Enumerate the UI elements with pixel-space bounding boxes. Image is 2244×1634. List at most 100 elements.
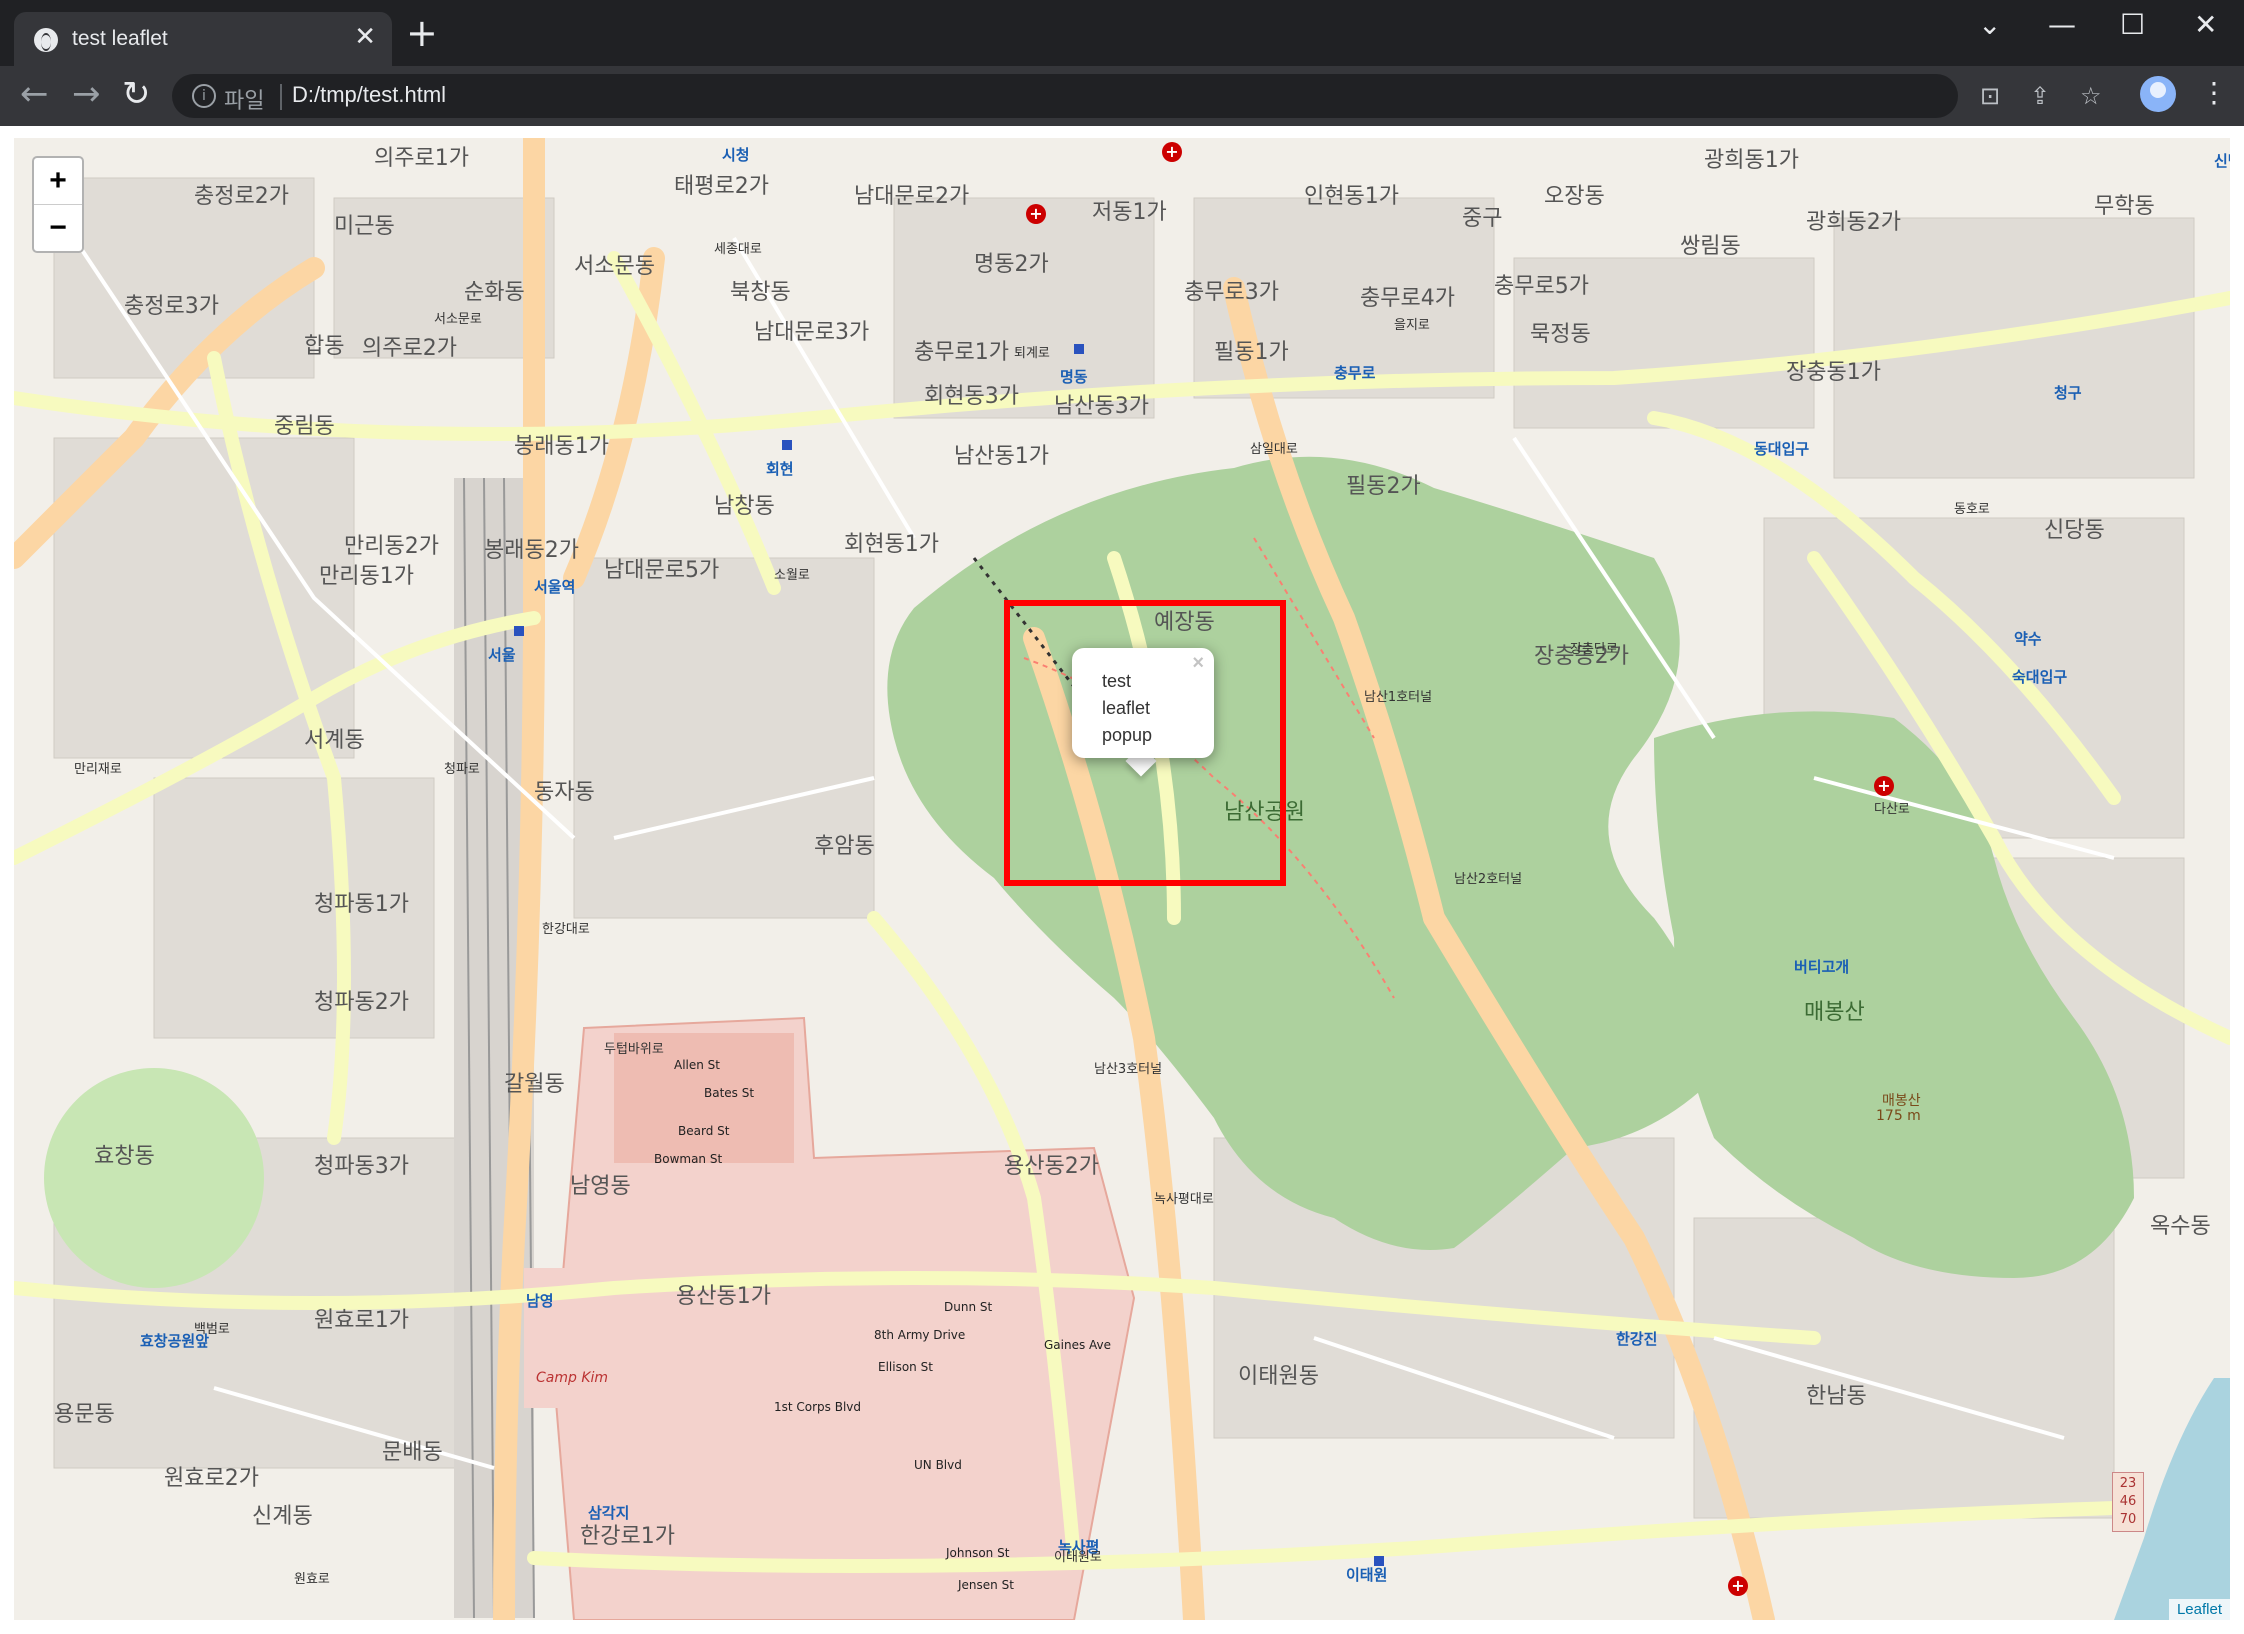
district-label: 만리동1가 xyxy=(319,564,414,589)
station-label: 버티고개 xyxy=(1794,958,1850,976)
district-label: 중구 xyxy=(1462,206,1503,231)
district-label: 광희동1가 xyxy=(1704,148,1799,173)
url-text[interactable]: D:/tmp/test.html xyxy=(292,82,446,108)
street-label: Dunn St xyxy=(944,1300,993,1314)
zoom-in-button[interactable]: + xyxy=(34,158,82,205)
menu-icon[interactable]: ⋮ xyxy=(2200,76,2228,109)
translate-icon[interactable]: ⊡ xyxy=(1980,82,2000,110)
minimize-button[interactable]: — xyxy=(2048,8,2076,41)
district-label: 봉래동1가 xyxy=(514,434,609,459)
page-content: 의주로1가 충정로2가 충정로3가 미근동 합동 중림동 만리동2가 만리동1가… xyxy=(0,126,2244,1634)
hospital-icon: + xyxy=(1874,776,1894,796)
district-label: 태평로2가 xyxy=(674,174,769,199)
district-label: 서계동 xyxy=(304,728,365,753)
profile-avatar[interactable] xyxy=(2140,76,2176,112)
park-label: 매봉산 xyxy=(1804,1000,1865,1025)
district-label: 무학동 xyxy=(2094,194,2155,219)
road-label: 두텁바위로 xyxy=(604,1042,664,1057)
station-label: 한강진 xyxy=(1616,1330,1658,1348)
district-label: 서소문동 xyxy=(574,254,655,279)
leaflet-map[interactable]: 의주로1가 충정로2가 충정로3가 미근동 합동 중림동 만리동2가 만리동1가… xyxy=(14,138,2230,1620)
district-label: 옥수동 xyxy=(2150,1214,2211,1239)
district-label: 순화동 xyxy=(464,280,525,305)
district-label: 남대문로2가 xyxy=(854,184,970,209)
zoom-out-button[interactable]: − xyxy=(34,205,82,251)
popup-close-icon[interactable]: × xyxy=(1192,652,1204,675)
district-label: 의주로2가 xyxy=(362,336,457,361)
road-label: 만리재로 xyxy=(74,762,122,777)
close-window-button[interactable]: ✕ xyxy=(2194,8,2217,41)
district-label: 충무로4가 xyxy=(1360,286,1455,311)
forward-button[interactable]: → xyxy=(72,76,101,112)
district-label: 중림동 xyxy=(274,414,335,439)
district-label: 원효로1가 xyxy=(314,1308,409,1333)
district-label: 저동1가 xyxy=(1092,200,1167,225)
district-label: 남대문로3가 xyxy=(754,320,870,345)
hospital-icon: + xyxy=(1728,1576,1748,1596)
district-label: 청파동3가 xyxy=(314,1154,409,1179)
new-tab-button[interactable]: + xyxy=(406,14,438,52)
district-label: 남대문로5가 xyxy=(604,558,720,583)
info-icon[interactable]: i xyxy=(192,84,216,108)
station-label: 서울 xyxy=(488,646,516,664)
district-label: 남영동 xyxy=(570,1174,631,1199)
road-label: 한강대로 xyxy=(542,922,590,937)
hospital-icon: + xyxy=(1026,204,1046,224)
station-label: 신당 xyxy=(2214,152,2230,170)
reload-button[interactable]: ↻ xyxy=(122,76,151,112)
browser-tab-strip: test leaflet ✕ + ⌄ — ☐ ✕ xyxy=(0,0,2244,66)
tab-search-icon[interactable]: ⌄ xyxy=(1978,8,2001,41)
road-label: 이태원로 xyxy=(1054,1550,1102,1565)
district-label: 장충동1가 xyxy=(1786,360,1881,385)
street-label: Gaines Ave xyxy=(1044,1338,1112,1352)
district-label: 갈월동 xyxy=(504,1072,565,1097)
district-label: 묵정동 xyxy=(1530,322,1591,347)
road-label: 청파로 xyxy=(444,762,480,777)
district-label: 청파동1가 xyxy=(314,892,409,917)
attribution-link[interactable]: Leaflet xyxy=(2168,1599,2230,1620)
street-label: Johnson St xyxy=(946,1546,1010,1560)
zoom-control: + − xyxy=(32,156,84,253)
divider xyxy=(280,84,282,110)
tab-close-icon[interactable]: ✕ xyxy=(354,22,376,52)
station-label: 명동 xyxy=(1060,368,1088,386)
address-bar[interactable]: i 파일 D:/tmp/test.html ⊡ ⇪ ☆ xyxy=(172,74,2102,118)
road-label: 남산2호터널 xyxy=(1454,872,1523,887)
district-label: 한남동 xyxy=(1806,1384,1867,1409)
district-label: 의주로1가 xyxy=(374,146,469,171)
district-label: 합동 xyxy=(304,334,345,359)
street-label: Bates St xyxy=(704,1086,755,1100)
district-label: 미근동 xyxy=(334,214,395,239)
station-label: 삼각지 xyxy=(588,1504,630,1522)
popup-line: popup xyxy=(1102,725,1153,745)
road-label: 삼일대로 xyxy=(1250,442,1298,457)
subway-icon xyxy=(1374,1556,1384,1566)
station-label: 동대입구 xyxy=(1754,440,1810,458)
road-label: 다산로 xyxy=(1874,802,1910,817)
district-label: 광희동2가 xyxy=(1806,210,1901,235)
maximize-button[interactable]: ☐ xyxy=(2120,8,2145,41)
street-label: Beard St xyxy=(678,1124,730,1138)
district-label: 쌍림동 xyxy=(1680,234,1741,259)
bookmark-star-icon[interactable]: ☆ xyxy=(2080,82,2102,110)
district-label: 명동2가 xyxy=(974,252,1049,277)
district-label: 남산동3가 xyxy=(1054,394,1149,419)
district-label: 충정로3가 xyxy=(124,294,219,319)
road-label: 녹사평대로 xyxy=(1154,1192,1214,1207)
tab-title: test leaflet xyxy=(72,27,168,50)
scheme-label: 파일 xyxy=(224,89,265,114)
back-button[interactable]: ← xyxy=(20,76,49,112)
share-icon[interactable]: ⇪ xyxy=(2030,82,2050,110)
district-label: 오장동 xyxy=(1544,184,1605,209)
station-label: 회현 xyxy=(766,460,794,478)
district-label: 청파동2가 xyxy=(314,990,409,1015)
district-label: 후암동 xyxy=(814,834,875,859)
subway-icon xyxy=(1074,344,1084,354)
browser-tab[interactable]: test leaflet ✕ xyxy=(14,12,392,66)
district-label: 신당동 xyxy=(2044,518,2105,543)
district-label: 용문동 xyxy=(54,1402,115,1427)
district-label: 충무로3가 xyxy=(1184,280,1279,305)
road-label: 백범로 xyxy=(194,1322,230,1337)
road-label: 장충단로 xyxy=(1570,642,1618,657)
station-label: 남영 xyxy=(526,1292,554,1310)
